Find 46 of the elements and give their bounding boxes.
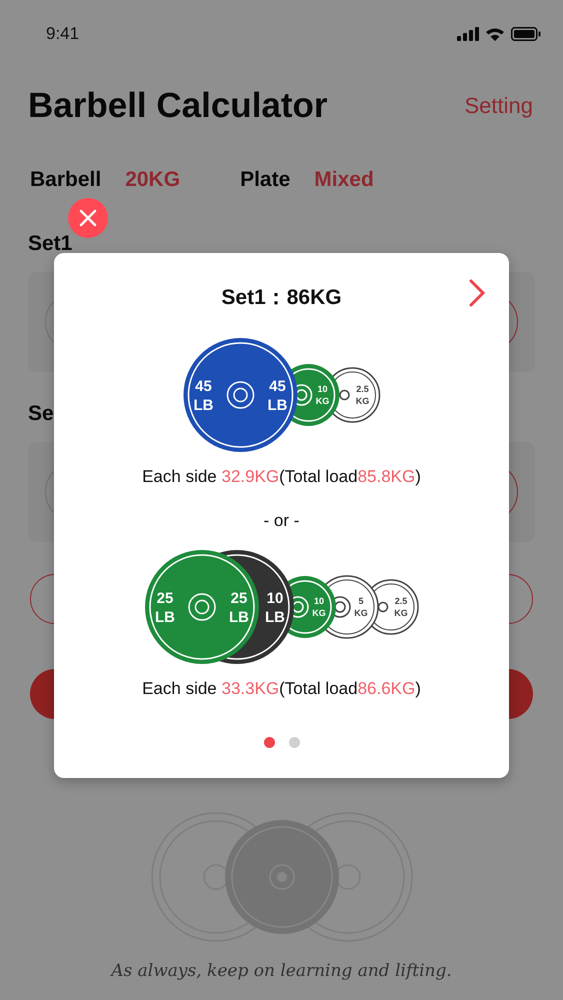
app-title: Barbell Calculator bbox=[28, 86, 328, 126]
plate-label: 5 bbox=[358, 596, 364, 606]
plate-label: LB bbox=[155, 609, 175, 626]
plate-label: KG bbox=[354, 608, 368, 618]
plate-label: KG bbox=[394, 608, 408, 618]
page-dot[interactable] bbox=[264, 737, 274, 748]
page-dot[interactable] bbox=[288, 737, 300, 748]
signal-icon bbox=[457, 27, 479, 41]
dialog-title: Set1：86KG bbox=[221, 285, 342, 311]
plate-label: KG bbox=[316, 396, 330, 406]
setting-link[interactable]: Setting bbox=[464, 93, 533, 119]
hub-icon bbox=[378, 602, 388, 612]
plate-label: LB bbox=[265, 609, 285, 626]
set-label: Set1 bbox=[28, 232, 72, 256]
plate-label: LB bbox=[229, 609, 249, 626]
close-icon bbox=[79, 209, 97, 227]
battery-icon bbox=[511, 27, 541, 41]
hub-icon bbox=[226, 381, 254, 409]
setting-value[interactable]: Mixed bbox=[314, 168, 374, 192]
plate-label: 10 bbox=[266, 590, 284, 607]
plate-label: 25 bbox=[156, 590, 174, 607]
plate-label: 10 bbox=[318, 384, 328, 394]
plate-label: 10 bbox=[314, 596, 324, 606]
tagline: As always, keep on learning and lifting. bbox=[111, 961, 452, 981]
result-text: Each side 32.9KG(Total load85.8KG) bbox=[142, 467, 421, 487]
plate-label: LB bbox=[194, 397, 214, 414]
plate-label: 2.5 bbox=[356, 384, 369, 394]
plate-label: LB bbox=[268, 397, 288, 414]
hub-icon bbox=[339, 390, 350, 400]
plate-label: 45 bbox=[195, 378, 212, 395]
plate-label: 45 bbox=[269, 378, 286, 395]
status-time: 9:41 bbox=[46, 24, 80, 44]
result-text: Each side 33.3KG(Total load86.6KG) bbox=[142, 679, 421, 699]
setting-label: Plate bbox=[240, 168, 290, 192]
setting-label: Barbell bbox=[30, 168, 102, 192]
plate-label: KG bbox=[356, 396, 370, 406]
set-label: Se bbox=[28, 402, 54, 426]
plate-label: 25 bbox=[230, 590, 248, 607]
hub-icon bbox=[188, 593, 216, 621]
separator-text: - or - bbox=[264, 511, 300, 531]
setting-value[interactable]: 20KG bbox=[125, 168, 180, 192]
next-button[interactable] bbox=[469, 279, 485, 307]
wifi-icon bbox=[485, 27, 505, 41]
plate-label: 2.5 bbox=[394, 596, 408, 606]
plate-label: KG bbox=[312, 608, 326, 618]
chevron-right-icon bbox=[469, 279, 485, 307]
